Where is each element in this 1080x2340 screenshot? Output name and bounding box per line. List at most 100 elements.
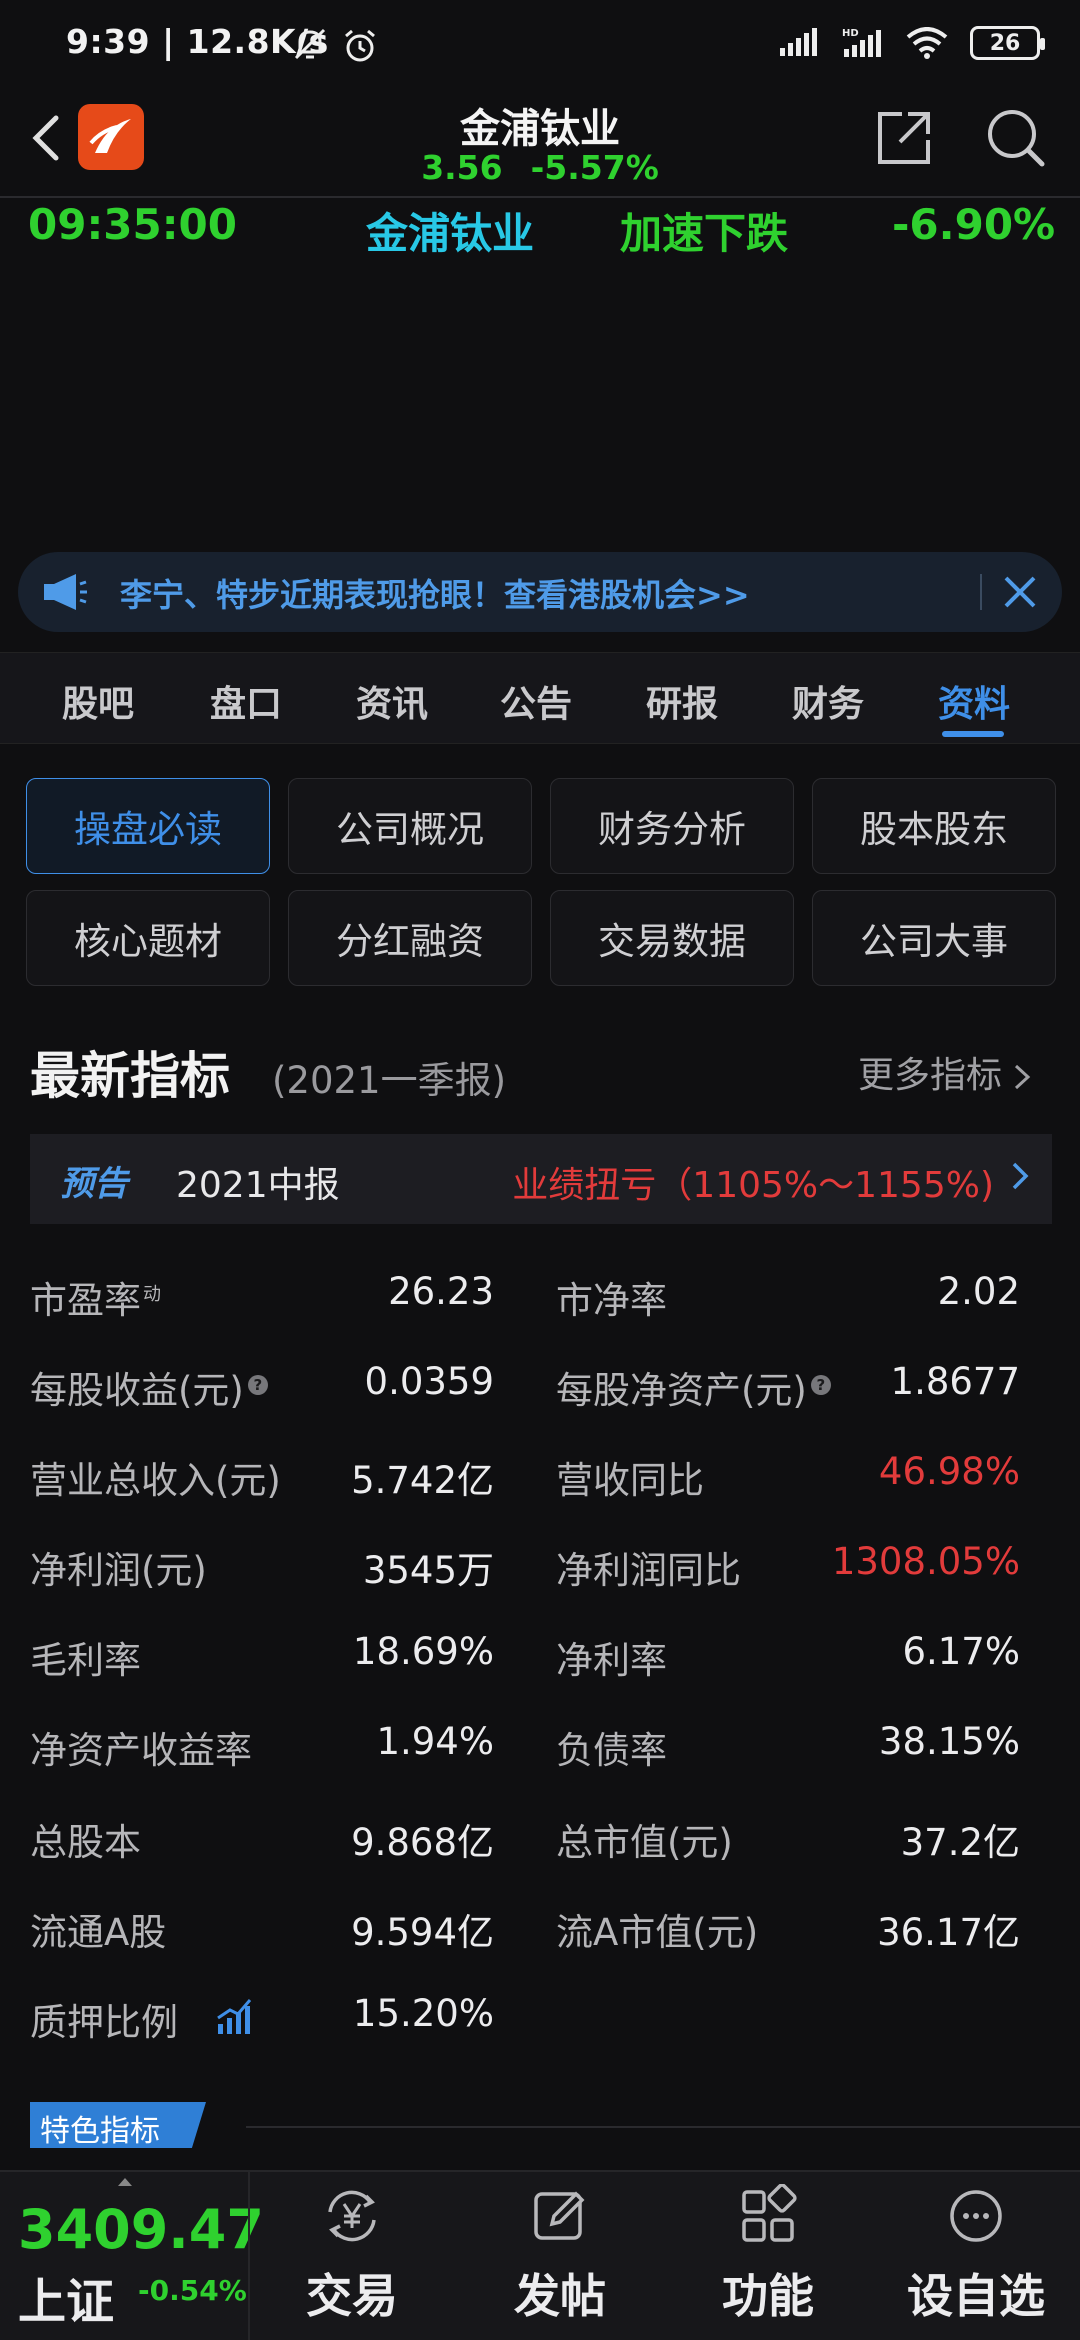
metric-label: 净利润同比	[556, 1549, 741, 1592]
help-icon[interactable]: ?	[247, 1374, 268, 1395]
edit-icon	[534, 2191, 585, 2240]
tab-research[interactable]: 研报	[646, 675, 718, 727]
banner-text[interactable]: 李宁、特步近期表现抢眼！查看港股机会>>	[120, 570, 750, 616]
index-name[interactable]: 上证	[18, 2262, 114, 2332]
alert-stock-name: 金浦钛业	[366, 209, 535, 258]
metric-label: 净利率	[556, 1639, 667, 1682]
tab-news[interactable]: 资讯	[356, 675, 428, 727]
banner-separator	[980, 574, 982, 610]
metric-label: 净资产收益率	[30, 1729, 252, 1772]
grid-btn-core-themes[interactable]: 核心题材	[26, 890, 270, 986]
metric-label: 流通A股	[30, 1911, 167, 1954]
bottom-item-label: 设自选	[907, 2269, 1045, 2323]
status-icons: HD 26	[778, 26, 1045, 60]
metric-label-text: 每股净资产(元)	[556, 1369, 807, 1412]
metric-value: 1308.05%	[831, 1540, 1020, 1583]
metric-label: 净利润(元)	[30, 1549, 207, 1592]
metric-label: 市净率	[556, 1279, 667, 1322]
more-dots-icon	[950, 2190, 1002, 2242]
metric-label: 流A市值(元)	[556, 1911, 759, 1954]
special-indicators-tag: 特色指标	[30, 2102, 206, 2148]
special-indicators-label: 特色指标	[40, 2114, 160, 2149]
tab-pankou[interactable]: 盘口	[210, 675, 282, 727]
help-icon[interactable]: ?	[810, 1374, 831, 1395]
active-tab-indicator	[942, 731, 1004, 737]
svg-text:HD: HD	[842, 28, 859, 39]
share-icon[interactable]	[872, 106, 936, 170]
bottom-item-functions[interactable]: 功能	[668, 2183, 868, 2326]
tab-finance[interactable]: 财务	[792, 675, 864, 727]
wifi-icon	[906, 27, 948, 59]
metric-label: 毛利率	[30, 1639, 141, 1682]
metric-label: 营业总收入(元)	[30, 1459, 281, 1502]
grid-btn-company-overview[interactable]: 公司概况	[288, 778, 532, 874]
metric-value: 2.02	[937, 1270, 1020, 1313]
trend-chart-icon[interactable]	[214, 1996, 254, 2036]
section-tabs: 股吧 盘口 资讯 公告 研报 财务 资料	[0, 652, 1080, 744]
metric-value: 9.868亿	[351, 1821, 494, 1864]
metric-label: 总股本	[30, 1821, 141, 1864]
chevron-right-icon	[1015, 1064, 1031, 1090]
bottom-item-label: 发帖	[514, 2269, 606, 2323]
more-indicators-link[interactable]: 更多指标	[858, 1046, 1034, 1098]
grid-btn-financial-analysis[interactable]: 财务分析	[550, 778, 794, 874]
grid-btn-trading-data[interactable]: 交易数据	[550, 890, 794, 986]
metric-label: 负债率	[556, 1729, 667, 1772]
forecast-result: 业绩扭亏（1105%～1155%)	[512, 1165, 994, 1206]
battery-level: 26	[989, 30, 1021, 56]
metric-label: 每股净资产(元)?	[556, 1360, 831, 1414]
index-change: -0.54%	[138, 2274, 247, 2307]
alert-time: 09:35:00	[28, 200, 237, 249]
status-time: 9:39 | 12.8K/s	[66, 22, 329, 61]
metric-label: 总市值(元)	[556, 1821, 733, 1864]
price-alert-area: 09:35:00 金浦钛业 加速下跌 -6.90%	[0, 200, 1080, 550]
bottom-item-post[interactable]: 发帖	[460, 2184, 660, 2326]
metric-value: 15.20%	[352, 1992, 494, 2035]
metric-value: 1.8677	[890, 1360, 1020, 1403]
divider	[246, 2126, 1080, 2128]
forecast-period: 2021中报	[176, 1165, 340, 1206]
grid-btn-shareholders[interactable]: 股本股东	[812, 778, 1056, 874]
grid-apps-icon	[742, 2183, 797, 2242]
grid-btn-dividends[interactable]: 分红融资	[288, 890, 532, 986]
grid-btn-major-events[interactable]: 公司大事	[812, 890, 1056, 986]
signal-hd-icon: HD	[842, 28, 881, 57]
metric-label: 每股收益(元)?	[30, 1360, 268, 1414]
status-bar: 9:39 | 12.8K/s HD 26	[0, 0, 1080, 90]
metric-value: 0.0359	[364, 1360, 494, 1403]
tab-profile[interactable]: 资料	[938, 675, 1010, 727]
forecast-row[interactable]: 预告 2021中报 业绩扭亏（1105%～1155%)	[30, 1134, 1052, 1224]
metric-value: 46.98%	[878, 1450, 1020, 1493]
bottom-bar: 3409.47 上证 -0.54% 交易 发帖 功能 设自选	[0, 2170, 1080, 2340]
promo-banner[interactable]: 李宁、特步近期表现抢眼！查看港股机会>>	[18, 552, 1062, 632]
mute-icon	[294, 28, 326, 60]
tab-guba[interactable]: 股吧	[62, 675, 134, 727]
metric-label: 营收同比	[556, 1459, 704, 1502]
caret-up-icon	[118, 2178, 132, 2186]
bottom-item-label: 功能	[722, 2269, 814, 2323]
metric-label: 质押比例	[30, 2001, 178, 2044]
megaphone-icon	[44, 574, 87, 610]
stock-price: 3.56	[421, 148, 503, 187]
chevron-right-icon	[1012, 1162, 1029, 1190]
bottom-separator	[248, 2172, 250, 2340]
metric-value: 37.2亿	[900, 1821, 1020, 1864]
index-value[interactable]: 3409.47	[18, 2198, 264, 2261]
more-indicators-label: 更多指标	[858, 1055, 1003, 1096]
tab-announcements[interactable]: 公告	[500, 675, 572, 727]
metric-label-text: 每股收益(元)	[30, 1369, 244, 1412]
bottom-item-add-watchlist[interactable]: 设自选	[876, 2184, 1076, 2326]
bottom-item-trade[interactable]: 交易	[252, 2184, 452, 2326]
metric-value: 26.23	[388, 1270, 494, 1313]
signal-icon	[780, 28, 817, 56]
forecast-tag: 预告	[60, 1164, 128, 1204]
latest-indicators-title: 最新指标	[30, 1047, 230, 1105]
grid-btn-trading-must-read[interactable]: 操盘必读	[26, 778, 270, 874]
metric-value: 1.94%	[376, 1720, 494, 1763]
metric-label-text: 市盈率	[30, 1279, 141, 1322]
alert-percent: -6.90%	[892, 200, 1056, 249]
close-icon[interactable]	[998, 570, 1042, 614]
yen-cycle-icon	[328, 2190, 376, 2242]
search-icon[interactable]	[984, 106, 1048, 170]
metric-value: 9.594亿	[351, 1911, 494, 1954]
